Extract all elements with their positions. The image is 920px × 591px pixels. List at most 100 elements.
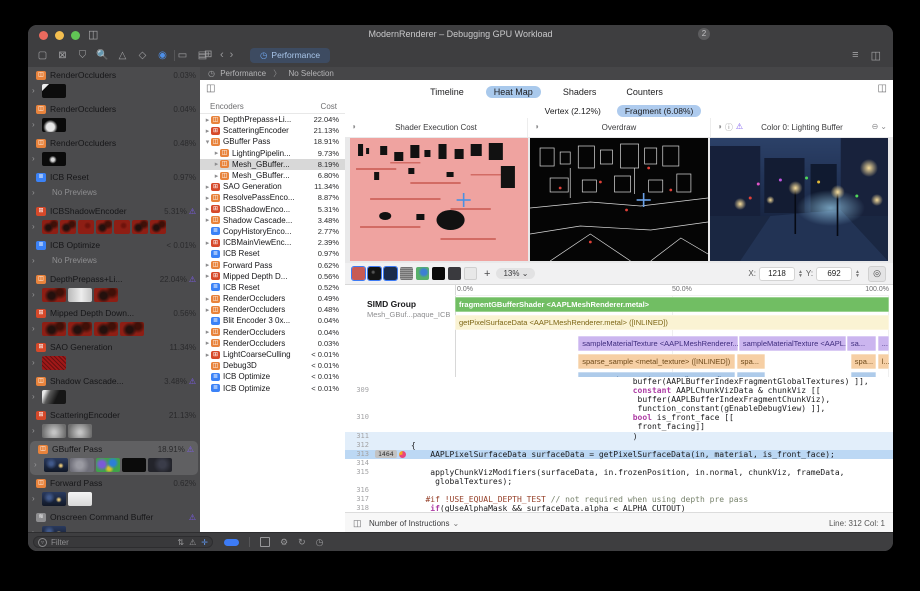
overdraw-image[interactable] xyxy=(530,138,708,261)
disclosure-chevron-icon[interactable]: › xyxy=(32,324,42,333)
encoder-row[interactable]: ▸◫ResolvePassEnco...8.87% xyxy=(200,192,345,203)
attachment-thumbnail[interactable] xyxy=(96,458,120,472)
attachment-thumbnail[interactable] xyxy=(94,288,118,302)
attachment-thumbnail[interactable] xyxy=(70,458,94,472)
disclosure-chevron-icon[interactable]: › xyxy=(32,290,42,299)
flame-segment[interactable]: spa... xyxy=(737,354,766,369)
attachment-select-thumb[interactable] xyxy=(448,267,461,280)
window-icon[interactable]: ▢ xyxy=(36,49,49,62)
y-coordinate-field[interactable]: 692 xyxy=(816,267,852,281)
attachment-thumbnail[interactable] xyxy=(42,288,66,302)
code-line[interactable]: globalTextures); xyxy=(345,477,893,486)
attachment-thumbnail[interactable] xyxy=(42,322,66,336)
code-line[interactable]: 312{ xyxy=(345,441,893,450)
attachment-thumbnail[interactable] xyxy=(68,288,92,302)
toggle-inspector-icon[interactable]: ◫ xyxy=(878,83,887,94)
stop-button[interactable] xyxy=(260,537,270,547)
disclosure-chevron-icon[interactable]: › xyxy=(32,222,42,231)
disclosure-chevron-icon[interactable]: ▸ xyxy=(213,172,220,180)
disclosure-chevron-icon[interactable]: ▸ xyxy=(204,127,211,135)
attachment-thumbnail[interactable] xyxy=(42,492,66,506)
disclosure-chevron-icon[interactable]: ▸ xyxy=(204,351,211,359)
attachment-thumbnail[interactable] xyxy=(42,424,66,438)
editor-layout-icon[interactable]: ◫ xyxy=(871,49,881,62)
debug-gauge-icon[interactable]: ◉ xyxy=(156,49,169,62)
code-line[interactable]: function_constant(gEnableDebugView) ]], xyxy=(345,404,893,413)
disclosure-chevron-icon[interactable]: ▸ xyxy=(204,272,211,280)
attachment-thumbnail[interactable] xyxy=(148,458,172,472)
encoder-row[interactable]: ▸◫Mesh_GBuffer...8.19% xyxy=(200,159,345,170)
attachment-thumbnail[interactable] xyxy=(42,356,66,370)
add-filter-icon[interactable]: ✛ xyxy=(201,538,208,547)
warning-icon[interactable]: ⚠ xyxy=(189,513,196,522)
sidebar-pass-item[interactable]: ◫RenderOccluders0.03%› xyxy=(28,67,200,101)
x-coordinate-field[interactable]: 1218 xyxy=(759,267,795,281)
stage-segment[interactable]: Vertex (2.12%) xyxy=(537,105,609,117)
attachment-thumbnail[interactable] xyxy=(42,118,66,132)
flame-segment[interactable]: l... xyxy=(878,354,889,369)
encoder-row[interactable]: ▸◫RenderOccluders0.48% xyxy=(200,304,345,315)
code-line[interactable]: 309constant AAPLChunkVizData & chunkViz … xyxy=(345,386,893,395)
code-line[interactable]: buffer(AAPLBufferIndexFragmentGlobalText… xyxy=(345,377,893,386)
flame-segment[interactable]: spa... xyxy=(851,354,877,369)
code-line[interactable]: 3131464AAPLPixelSurfaceData surfaceData … xyxy=(345,450,893,459)
sidebar-pass-item[interactable]: ≋Onscreen Command Buffer⚠› xyxy=(28,509,200,533)
attachment-select-thumb[interactable] xyxy=(384,267,397,280)
disclosure-chevron-icon[interactable]: ▸ xyxy=(204,295,211,303)
attachment-thumbnail[interactable] xyxy=(122,458,146,472)
encoder-row[interactable]: ≣ICB Reset0.52% xyxy=(200,282,345,293)
encoder-row[interactable]: ≣ICB Reset0.97% xyxy=(200,248,345,259)
sidebar-pass-item[interactable]: ⊞ICBShadowEncoder5.31%⚠› xyxy=(28,203,200,237)
encoder-row[interactable]: ▸◫RenderOccluders0.49% xyxy=(200,293,345,304)
attachment-thumbnail[interactable] xyxy=(42,84,66,98)
attachment-thumbnail[interactable] xyxy=(150,220,166,234)
sidebar-pass-item[interactable]: ⊞ScatteringEncoder21.13%› xyxy=(28,407,200,441)
attachment-select-thumb[interactable] xyxy=(464,267,477,280)
tab-shaders[interactable]: Shaders xyxy=(555,86,605,98)
flame-segment[interactable]: sampleMaterialTexture <AAPLMeshRenderer.… xyxy=(578,336,737,351)
annotation-mode-dropdown[interactable]: Number of Instructions⌄ xyxy=(369,519,459,528)
disclosure-chevron-icon[interactable]: › xyxy=(32,154,42,163)
disclosure-chevron-icon[interactable]: ▸ xyxy=(204,328,211,336)
encoder-row[interactable]: ▸◫LightingPipelin...9.73% xyxy=(200,148,345,159)
tab-performance[interactable]: ◷Performance xyxy=(250,48,330,63)
pixel-inspect-button[interactable]: ◎ xyxy=(868,266,886,282)
breadcrumb-selection[interactable]: No Selection xyxy=(288,69,333,78)
encoder-row[interactable]: ▸⊞ICBMainViewEnc...2.39% xyxy=(200,237,345,248)
bookmark-icon[interactable]: ⛉ xyxy=(76,49,89,62)
sort-icon[interactable]: ⇅ xyxy=(177,538,184,547)
sidebar-pass-item[interactable]: ◫Shadow Cascade...3.48%⚠› xyxy=(28,373,200,407)
encoder-row[interactable]: ≣ICB Optimize< 0.01% xyxy=(200,371,345,382)
tab-icon[interactable]: ▭ xyxy=(176,49,189,62)
encoder-row[interactable]: ▾◫GBuffer Pass18.91% xyxy=(200,136,345,147)
attachment-select-thumb[interactable] xyxy=(432,267,445,280)
y-stepper[interactable]: ▲▼ xyxy=(855,270,860,278)
attachment-thumbnail[interactable] xyxy=(120,322,144,336)
encoder-row[interactable]: ≣ICB Optimize< 0.01% xyxy=(200,383,345,394)
sidebar-pass-item[interactable]: ◫RenderOccluders0.04%› xyxy=(28,101,200,135)
warning-icon[interactable]: ⚠ xyxy=(189,377,196,386)
attachment-thumbnail[interactable] xyxy=(68,492,92,506)
search-icon[interactable]: 🔍 xyxy=(96,49,109,62)
attachment-thumbnail[interactable] xyxy=(44,458,68,472)
disclosure-chevron-icon[interactable]: ▸ xyxy=(204,216,211,224)
source-editor[interactable]: buffer(AAPLBufferIndexFragmentGlobalText… xyxy=(345,377,893,513)
disclosure-chevron-icon[interactable]: › xyxy=(32,358,42,367)
code-line[interactable]: front_facing]] xyxy=(345,422,893,431)
disclosure-chevron-icon[interactable]: ▸ xyxy=(204,339,211,347)
navigator-filter[interactable]: ▿ Filter ⇅ ⚠ ✛ xyxy=(33,536,213,548)
disclosure-chevron-icon[interactable]: ▸ xyxy=(204,183,211,191)
disclosure-chevron-icon[interactable]: › xyxy=(32,256,42,265)
chevron-down-icon[interactable]: ⌄ xyxy=(880,122,887,131)
code-line[interactable]: 316 xyxy=(345,486,893,495)
flame-segment[interactable]: sa... xyxy=(847,336,877,351)
encoder-row[interactable]: ◫Debug3D< 0.01% xyxy=(200,360,345,371)
encoder-row[interactable]: ▸◫Forward Pass0.62% xyxy=(200,259,345,270)
sidebar-pass-item[interactable]: ≣ICB Reset0.97%›No Previews xyxy=(28,169,200,203)
breakpoint-icon[interactable]: ◇ xyxy=(136,49,149,62)
encoder-row[interactable]: ▸◫Shadow Cascade...3.48% xyxy=(200,215,345,226)
encoder-row[interactable]: ▸⊞Mipped Depth D...0.56% xyxy=(200,271,345,282)
encoder-row[interactable]: ▸◫DepthPrepass+Li...22.04% xyxy=(200,114,345,125)
encoder-row[interactable]: ▸◫RenderOccluders0.03% xyxy=(200,338,345,349)
code-line[interactable]: 310bool is_front_face [[ xyxy=(345,413,893,422)
